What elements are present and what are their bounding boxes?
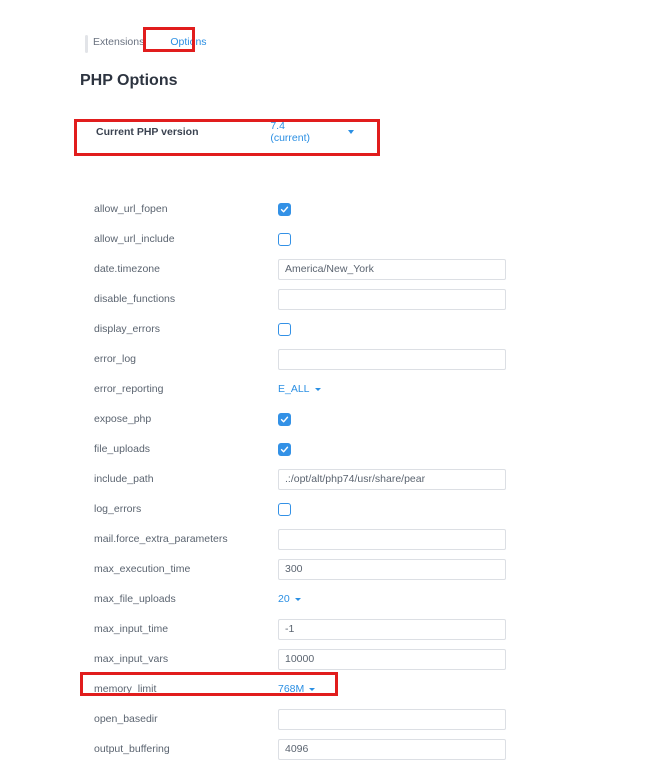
chevron-down-icon xyxy=(315,388,321,391)
checkbox-file-uploads[interactable] xyxy=(278,443,291,456)
setting-label: allow_url_include xyxy=(80,233,278,245)
row-max-input-vars: max_input_vars xyxy=(80,644,642,674)
row-error-reporting: error_reporting E_ALL xyxy=(80,374,642,404)
setting-label: memory_limit xyxy=(80,683,278,695)
select-max-file-uploads[interactable]: 20 xyxy=(278,593,301,605)
select-value: 768M xyxy=(278,683,304,695)
row-mail-force: mail.force_extra_parameters xyxy=(80,524,642,554)
chevron-down-icon xyxy=(295,598,301,601)
row-include-path: include_path xyxy=(80,464,642,494)
php-version-row: Current PHP version 7.4 (current) xyxy=(80,112,370,152)
row-allow-url-include: allow_url_include xyxy=(80,224,642,254)
checkbox-display-errors[interactable] xyxy=(278,323,291,336)
setting-label: display_errors xyxy=(80,323,278,335)
check-icon xyxy=(280,445,289,454)
checkbox-log-errors[interactable] xyxy=(278,503,291,516)
row-disable-functions: disable_functions xyxy=(80,284,642,314)
setting-label: output_buffering xyxy=(80,743,278,755)
setting-label: max_execution_time xyxy=(80,563,278,575)
checkbox-allow-url-fopen[interactable] xyxy=(278,203,291,216)
setting-label: expose_php xyxy=(80,413,278,425)
row-output-buffering: output_buffering xyxy=(80,734,642,764)
page-title: PHP Options xyxy=(80,72,642,90)
input-open-basedir[interactable] xyxy=(278,709,506,730)
input-date-timezone[interactable] xyxy=(278,259,506,280)
checkbox-expose-php[interactable] xyxy=(278,413,291,426)
setting-label: max_input_time xyxy=(80,623,278,635)
row-log-errors: log_errors xyxy=(80,494,642,524)
php-version-label: Current PHP version xyxy=(96,126,270,138)
setting-label: max_file_uploads xyxy=(80,593,278,605)
select-error-reporting[interactable]: E_ALL xyxy=(278,383,321,395)
row-display-errors: display_errors xyxy=(80,314,642,344)
tab-extensions[interactable]: Extensions xyxy=(80,30,157,54)
setting-label: max_input_vars xyxy=(80,653,278,665)
select-memory-limit[interactable]: 768M xyxy=(278,683,315,695)
row-max-input-time: max_input_time xyxy=(80,614,642,644)
check-icon xyxy=(280,205,289,214)
tab-options[interactable]: Options xyxy=(157,30,219,54)
input-mail-force[interactable] xyxy=(278,529,506,550)
input-output-buffering[interactable] xyxy=(278,739,506,760)
checkbox-allow-url-include[interactable] xyxy=(278,233,291,246)
row-memory-limit: memory_limit 768M xyxy=(80,674,642,704)
setting-label: allow_url_fopen xyxy=(80,203,278,215)
row-date-timezone: date.timezone xyxy=(80,254,642,284)
setting-label: include_path xyxy=(80,473,278,485)
row-open-basedir: open_basedir xyxy=(80,704,642,734)
input-max-input-vars[interactable] xyxy=(278,649,506,670)
php-version-select[interactable]: 7.4 (current) xyxy=(270,120,354,144)
settings-list: allow_url_fopen allow_url_include date.t… xyxy=(80,194,642,764)
select-value: E_ALL xyxy=(278,383,310,395)
setting-label: date.timezone xyxy=(80,263,278,275)
select-value: 20 xyxy=(278,593,290,605)
row-max-file-uploads: max_file_uploads 20 xyxy=(80,584,642,614)
setting-label: mail.force_extra_parameters xyxy=(80,533,278,545)
input-include-path[interactable] xyxy=(278,469,506,490)
chevron-down-icon xyxy=(348,130,354,134)
setting-label: file_uploads xyxy=(80,443,278,455)
tabs: Extensions Options xyxy=(80,30,642,54)
row-allow-url-fopen: allow_url_fopen xyxy=(80,194,642,224)
row-expose-php: expose_php xyxy=(80,404,642,434)
setting-label: error_reporting xyxy=(80,383,278,395)
input-max-exec[interactable] xyxy=(278,559,506,580)
setting-label: disable_functions xyxy=(80,293,278,305)
php-version-value: 7.4 (current) xyxy=(270,120,320,144)
input-error-log[interactable] xyxy=(278,349,506,370)
setting-label: log_errors xyxy=(80,503,278,515)
setting-label: open_basedir xyxy=(80,713,278,725)
input-max-input-time[interactable] xyxy=(278,619,506,640)
input-disable-functions[interactable] xyxy=(278,289,506,310)
row-max-exec: max_execution_time xyxy=(80,554,642,584)
row-error-log: error_log xyxy=(80,344,642,374)
row-file-uploads: file_uploads xyxy=(80,434,642,464)
chevron-down-icon xyxy=(309,688,315,691)
setting-label: error_log xyxy=(80,353,278,365)
check-icon xyxy=(280,415,289,424)
